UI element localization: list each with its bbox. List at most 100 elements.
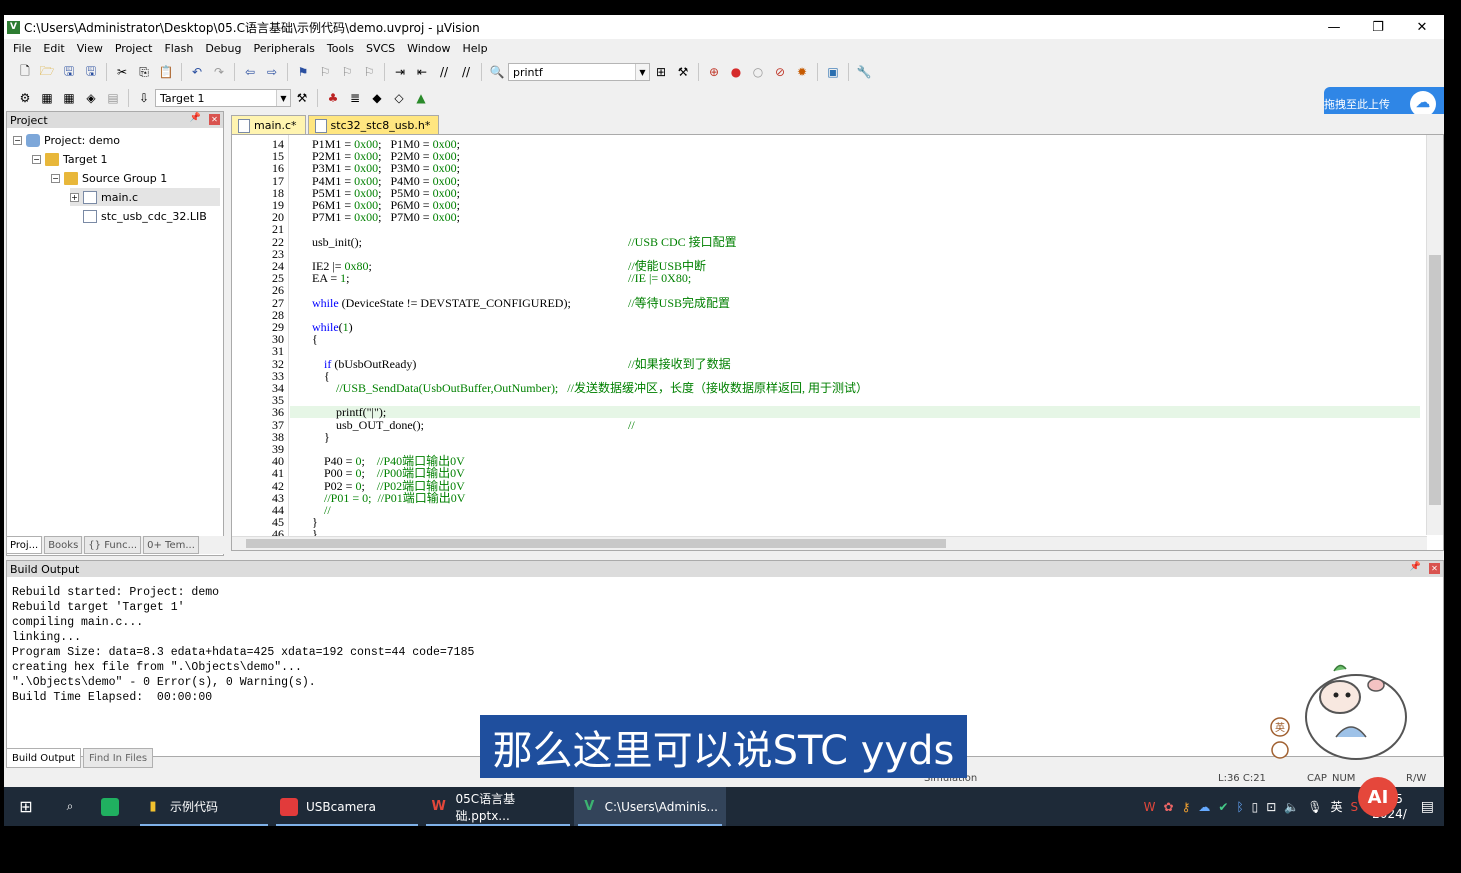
close-button[interactable]: ✕ [1400,15,1444,39]
code-line[interactable]: // [312,504,331,516]
stop-build-icon[interactable]: ▤ [104,89,122,107]
tab-books[interactable]: Books [44,536,83,554]
network-icon[interactable]: ⊡ [1266,800,1276,814]
save-icon[interactable]: 🖫 [60,63,78,81]
cut-icon[interactable]: ✂ [113,63,131,81]
prev-bookmark-icon[interactable]: ⚐ [316,63,334,81]
next-bookmark-icon[interactable]: ⚐ [338,63,356,81]
window-layout-icon[interactable]: ▣ [824,63,842,81]
code-line[interactable]: //P01 = 0; //P01端口输出0V [312,492,465,504]
taskbar-usbcamera[interactable]: USBcamera [272,787,422,826]
code-line[interactable]: P4M1 = 0x00; P4M0 = 0x00; [312,175,460,187]
unindent-icon[interactable]: ⇤ [413,63,431,81]
volume-icon[interactable]: 🔈 [1284,800,1299,814]
menu-peripherals[interactable]: Peripherals [248,42,321,55]
tree-item-main-c[interactable]: + main.c [70,188,220,206]
menu-edit[interactable]: Edit [37,42,70,55]
wps-tray-icon[interactable]: W [1144,800,1156,814]
target-select[interactable]: Target 1 ▼ [155,89,291,107]
taskbar-pptx[interactable]: W 05C语言基础.pptx... [422,787,574,826]
code-line[interactable]: usb_OUT_done(); [312,419,424,431]
code-line[interactable]: if (bUsbOutReady) [312,358,416,370]
batch-build-icon[interactable]: ◈ [82,89,100,107]
mic-icon[interactable]: 🎙 [1307,800,1322,814]
code-line[interactable]: P00 = 0; //P00端口输出0V [312,467,465,479]
kill-breakpoints-icon[interactable]: ⊘ [771,63,789,81]
editor-vscrollbar[interactable] [1426,135,1443,535]
collapse-icon[interactable]: − [13,135,22,145]
code-line[interactable]: while(1) [312,321,353,333]
tree-item-target[interactable]: − Target 1 [32,150,108,168]
tree-item-lib[interactable]: stc_usb_cdc_32.LIB [83,207,207,225]
code-line[interactable]: while (DeviceState != DEVSTATE_CONFIGURE… [312,297,571,309]
menu-svcs[interactable]: SVCS [360,42,401,55]
code-line[interactable]: IE2 |= 0x80; [312,260,372,272]
chevron-down-icon[interactable]: ▼ [276,90,290,106]
code-editor[interactable]: 14 15 16 17 18 19 20 21 22 23 24 25 26 27 28 29 30 31 32 33… [231,134,1444,551]
indent-icon[interactable]: ⇥ [391,63,409,81]
code-line[interactable]: P6M1 = 0x00; P6M0 = 0x00; [312,199,460,211]
menu-help[interactable]: Help [457,42,494,55]
save-all-icon[interactable]: 🖫 [82,63,100,81]
select-packs-icon[interactable]: ◆ [368,89,386,107]
download-icon[interactable]: ⇩ [135,89,153,107]
code-line[interactable]: P2M1 = 0x00; P2M0 = 0x00; [312,150,460,162]
taskbar-app-green[interactable] [92,787,136,826]
translate-icon[interactable]: ⚙ [16,89,34,107]
code-line[interactable]: usb_init(); [312,236,362,248]
zoom-icon[interactable]: ⊕ [705,63,723,81]
code-line[interactable]: EA = 1; [312,272,349,284]
menu-flash[interactable]: Flash [158,42,199,55]
open-file-icon[interactable]: 🗁 [38,63,56,81]
tree-item-source-group[interactable]: − Source Group 1 [51,169,167,187]
tab-templates[interactable]: 0+ Tem... [143,536,199,554]
build-icon[interactable]: ▦ [38,89,56,107]
paste-icon[interactable]: 📋 [157,63,175,81]
run-time-env-icon[interactable]: ▲ [412,89,430,107]
menu-window[interactable]: Window [401,42,456,55]
nav-forward-icon[interactable]: ⇨ [263,63,281,81]
code-line[interactable]: { [312,370,330,382]
chevron-down-icon[interactable]: ▼ [635,64,649,80]
pack-installer-icon[interactable]: ◇ [390,89,408,107]
taskbar-uvision[interactable]: V C:\Users\Adminis... [574,787,726,826]
find-combo[interactable]: printf ▼ [508,63,650,81]
collapse-icon[interactable]: − [32,154,41,164]
tab-main-c[interactable]: main.c* [231,115,306,134]
code-line[interactable]: P1M1 = 0x00; P1M0 = 0x00; [312,138,460,150]
key-tray-icon[interactable]: ⚷ [1182,800,1191,814]
menu-tools[interactable]: Tools [321,42,360,55]
find-in-files-icon[interactable]: 🔍 [488,63,506,81]
tools-icon[interactable]: 🔧 [855,63,873,81]
manage-components-icon[interactable]: ♣ [324,89,342,107]
new-file-icon[interactable]: 🗋 [16,63,34,81]
tab-usb-header[interactable]: stc32_stc8_usb.h* [307,115,440,134]
clear-bookmarks-icon[interactable]: ⚐ [360,63,378,81]
check-tray-icon[interactable]: ✔ [1218,800,1228,814]
tab-build-output[interactable]: Build Output [6,748,82,768]
code-line[interactable]: //USB_SendData(UsbOutBuffer,OutNumber); … [312,382,868,394]
code-line[interactable]: P5M1 = 0x00; P5M0 = 0x00; [312,187,460,199]
code-line[interactable]: P02 = 0; //P02端口输出0V [312,480,465,492]
breakpoint-icon[interactable]: ● [727,63,745,81]
battery-icon[interactable]: ▯ [1252,800,1259,814]
close-icon[interactable]: ✕ [1429,563,1440,574]
code-line[interactable]: { [312,333,318,345]
rebuild-icon[interactable]: ▦ [60,89,78,107]
notification-icon[interactable]: ▤ [1421,799,1434,815]
tab-project[interactable]: Proj... [6,536,43,554]
expand-icon[interactable]: + [70,192,79,202]
tree-item-project[interactable]: − Project: demo [13,131,120,149]
menu-file[interactable]: File [7,42,37,55]
close-icon[interactable]: ✕ [209,114,220,125]
uncomment-icon[interactable]: // [457,63,475,81]
minimize-button[interactable]: — [1312,15,1356,39]
code-line[interactable]: } [312,516,318,528]
app-tray-icon[interactable]: ✿ [1164,800,1174,814]
search-button[interactable]: ⌕ [48,787,92,826]
sogou-icon[interactable]: S [1351,800,1359,814]
start-button[interactable]: ⊞ [4,787,48,826]
file-extensions-icon[interactable]: ≣ [346,89,364,107]
ime-indicator[interactable]: 英 [1331,798,1343,815]
menu-debug[interactable]: Debug [199,42,247,55]
